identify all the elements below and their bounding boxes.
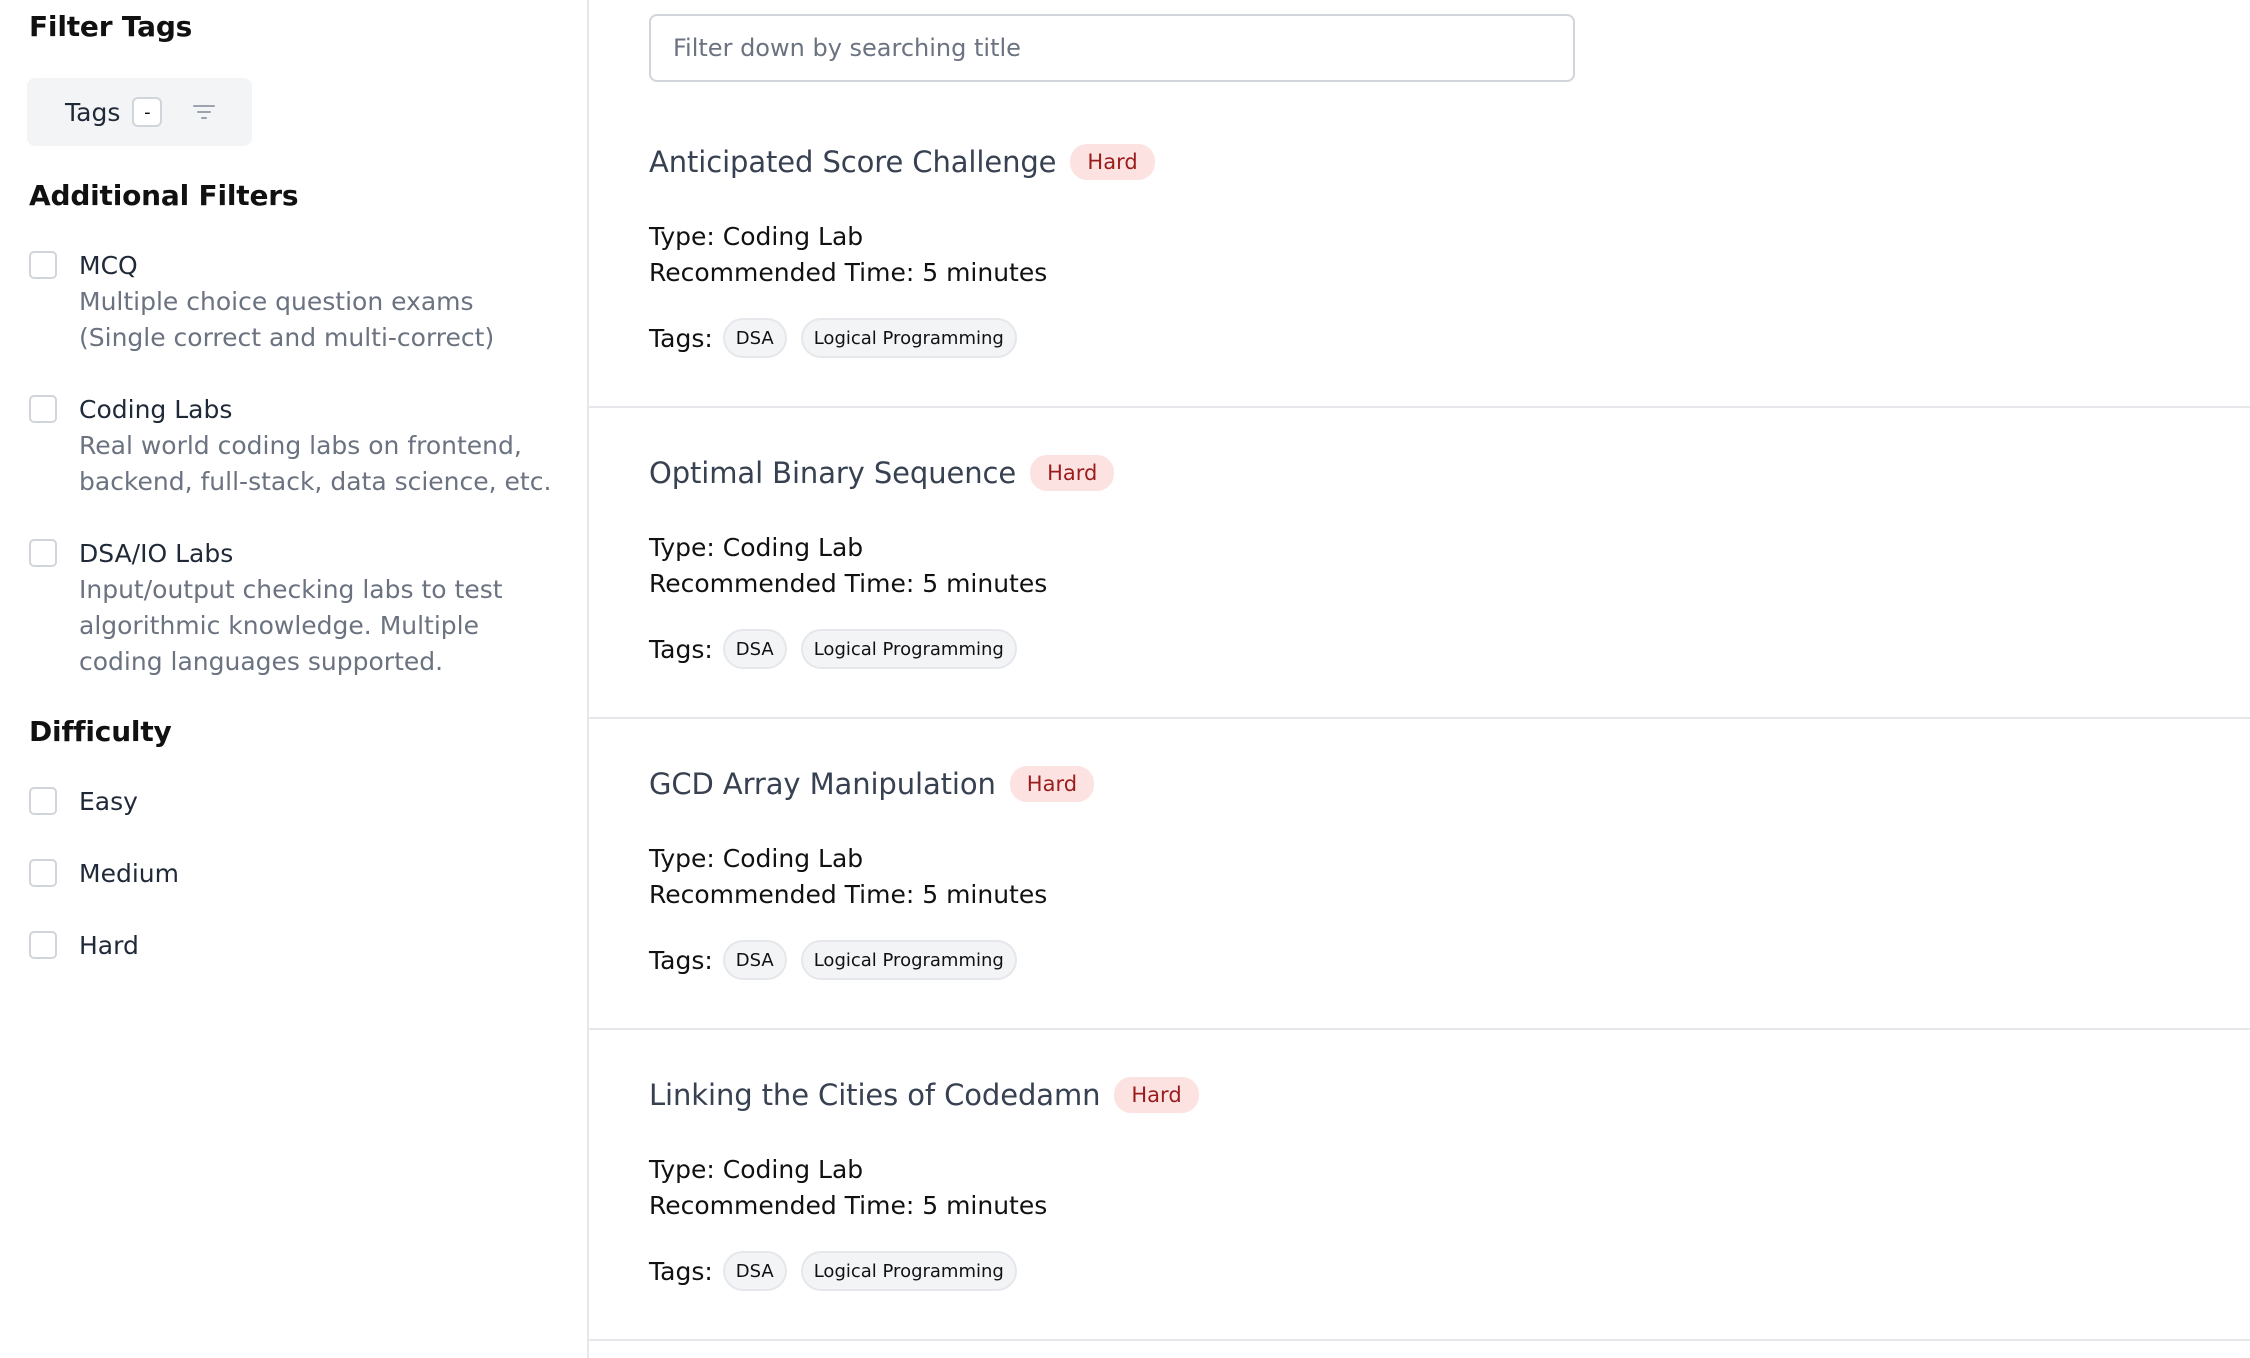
tags-row: Tags: DSA Logical Programming [649, 1251, 1031, 1291]
tag-chip: Logical Programming [800, 1251, 1017, 1291]
problem-type: Type: Coding Lab [649, 1155, 864, 1184]
problem-title-link[interactable]: GCD Array Manipulation [649, 767, 996, 801]
difficulty-option-hard[interactable]: Hard [29, 928, 559, 964]
filter-lines-icon [192, 102, 216, 122]
medium-checkbox[interactable] [29, 859, 57, 887]
sidebar: Filter Tags Tags - Additional Filters MC… [0, 0, 589, 1358]
tags-row: Tags: DSA Logical Programming [649, 940, 1031, 980]
difficulty-badge: Hard [1114, 1077, 1199, 1113]
app: Filter Tags Tags - Additional Filters MC… [0, 0, 2250, 1358]
filter-option-title: DSA/IO Labs [79, 539, 234, 568]
difficulty-badge: Hard [1070, 144, 1155, 180]
tag-chip: DSA [722, 629, 787, 669]
difficulty-badge: Hard [1009, 766, 1095, 802]
filter-option-description: Multiple choice question exams (Single c… [79, 287, 495, 352]
recommended-time: Recommended Time: 5 minutes [649, 880, 1048, 909]
tags-label: Tags: [649, 634, 713, 664]
tags-count-badge: - [132, 97, 163, 127]
dsa-io-labs-checkbox[interactable] [29, 539, 57, 567]
tag-chip: DSA [722, 1251, 787, 1291]
problem-card: Optimal Binary Sequence Hard Type: Codin… [589, 406, 2250, 719]
tags-row: Tags: DSA Logical Programming [649, 629, 1031, 669]
search-input[interactable] [649, 14, 1575, 82]
filter-option-description: Real world coding labs on frontend, back… [79, 431, 552, 496]
tag-chip: Logical Programming [800, 629, 1017, 669]
easy-checkbox[interactable] [29, 787, 57, 815]
problem-type: Type: Coding Lab [649, 222, 864, 251]
tags-label: Tags: [649, 1256, 713, 1286]
mcq-checkbox[interactable] [29, 251, 57, 279]
tag-chip: Logical Programming [800, 318, 1017, 358]
problem-title-link[interactable]: Anticipated Score Challenge [649, 145, 1057, 179]
filter-tags-heading: Filter Tags [29, 10, 193, 43]
recommended-time: Recommended Time: 5 minutes [649, 258, 1048, 287]
tag-chip: Logical Programming [800, 940, 1017, 980]
main-content: Anticipated Score Challenge Hard Type: C… [589, 0, 2250, 1358]
tags-label: Tags: [649, 323, 713, 353]
difficulty-label: Medium [79, 859, 179, 888]
difficulty-option-medium[interactable]: Medium [29, 856, 559, 892]
difficulty-label: Hard [79, 931, 139, 960]
problem-card: GCD Array Manipulation Hard Type: Coding… [589, 717, 2250, 1030]
problem-card: Anticipated Score Challenge Hard Type: C… [589, 95, 2250, 408]
additional-filters-heading: Additional Filters [29, 179, 299, 212]
problem-card: Linking the Cities of Codedamn Hard Type… [589, 1028, 2250, 1341]
problem-title-link[interactable]: Linking the Cities of Codedamn [649, 1078, 1100, 1112]
filter-option-description: Input/output checking labs to test algor… [79, 575, 503, 676]
problem-type: Type: Coding Lab [649, 533, 864, 562]
problem-title-link[interactable]: Optimal Binary Sequence [649, 456, 1016, 490]
filter-option-title: Coding Labs [79, 395, 233, 424]
tag-chip: DSA [722, 318, 787, 358]
filter-option-title: MCQ [79, 251, 138, 280]
tags-filter-button[interactable]: Tags - [27, 78, 252, 146]
coding-labs-checkbox[interactable] [29, 395, 57, 423]
filter-option-mcq[interactable]: MCQ Multiple choice question exams (Sing… [29, 248, 559, 356]
difficulty-option-easy[interactable]: Easy [29, 784, 559, 820]
hard-checkbox[interactable] [29, 931, 57, 959]
problem-type: Type: Coding Lab [649, 844, 864, 873]
filter-option-coding-labs[interactable]: Coding Labs Real world coding labs on fr… [29, 392, 559, 500]
difficulty-heading: Difficulty [29, 715, 172, 748]
difficulty-badge: Hard [1030, 455, 1115, 491]
filter-option-dsa-io-labs[interactable]: DSA/IO Labs Input/output checking labs t… [29, 536, 559, 680]
tag-chip: DSA [722, 940, 787, 980]
recommended-time: Recommended Time: 5 minutes [649, 1191, 1048, 1220]
tags-label: Tags: [649, 945, 713, 975]
tags-filter-label: Tags [65, 97, 121, 127]
recommended-time: Recommended Time: 5 minutes [649, 569, 1048, 598]
difficulty-label: Easy [79, 787, 138, 816]
tags-row: Tags: DSA Logical Programming [649, 318, 1031, 358]
